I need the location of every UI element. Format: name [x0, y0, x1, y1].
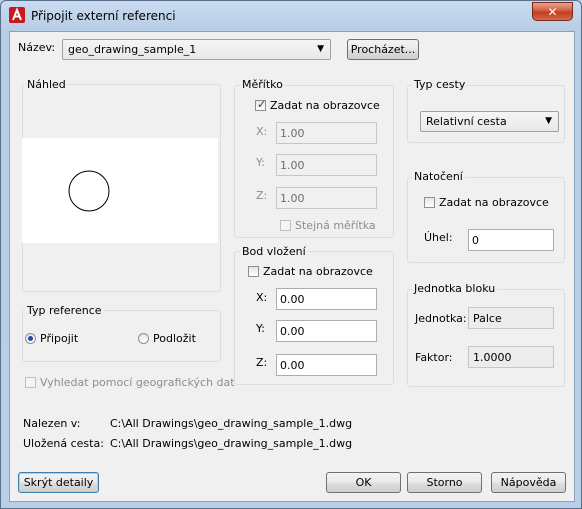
insertion-y-label: Y:: [256, 322, 265, 335]
scale-x-input[interactable]: 1.00: [276, 122, 377, 144]
attach-radio-label[interactable]: Připojit: [40, 332, 78, 345]
name-label: Název:: [18, 41, 56, 54]
title-bar[interactable]: Připojit externí referenci ✕: [1, 1, 581, 31]
scale-y-input[interactable]: 1.00: [276, 154, 377, 176]
preview-drawing: [68, 170, 110, 212]
preview-canvas: [22, 138, 218, 243]
unit-value-field: Palce: [468, 307, 554, 329]
insertion-z-label: Z:: [256, 356, 268, 369]
cancel-button[interactable]: Storno: [407, 472, 482, 493]
scale-z-value: 1.00: [280, 192, 305, 205]
insertion-specify-checkbox[interactable]: [248, 266, 259, 277]
reference-type-label: Typ reference: [25, 304, 104, 317]
dialog-client-area: Název: geo_drawing_sample_1 ▼ Procházet.…: [9, 31, 575, 502]
scale-z-label: Z:: [256, 189, 268, 202]
insertion-y-input[interactable]: 0.00: [276, 320, 377, 342]
rotation-specify-label: Zadat na obrazovce: [439, 196, 549, 209]
insertion-x-value: 0.00: [280, 293, 305, 306]
found-in-label: Nalezen v:: [23, 417, 81, 430]
overlay-radio-label[interactable]: Podložit: [153, 332, 196, 345]
uniform-scale-checkbox[interactable]: [280, 220, 291, 231]
angle-input[interactable]: 0: [468, 229, 554, 251]
scale-x-value: 1.00: [280, 127, 305, 140]
insertion-x-label: X:: [256, 291, 268, 304]
chevron-down-icon: ▼: [545, 116, 552, 126]
geo-locate-checkbox[interactable]: [25, 377, 36, 388]
saved-path-label: Uložená cesta:: [23, 437, 104, 450]
path-type-value: Relativní cesta: [426, 115, 507, 128]
saved-path-value: C:\All Drawings\geo_drawing_sample_1.dwg: [110, 437, 353, 450]
insertion-z-input[interactable]: 0.00: [276, 354, 377, 376]
angle-value: 0: [472, 234, 479, 247]
unit-value: Palce: [473, 312, 502, 325]
factor-value: 1.0000: [473, 351, 512, 364]
block-unit-group: [407, 289, 565, 387]
scale-x-label: X:: [256, 125, 268, 138]
attach-radio[interactable]: [25, 333, 36, 344]
geo-locate-label: Vyhledat pomocí geografických dat: [40, 376, 235, 389]
dialog-window: Připojit externí referenci ✕ Název: geo_…: [0, 0, 582, 509]
insertion-label: Bod vložení: [240, 245, 308, 258]
close-icon: ✕: [547, 5, 558, 19]
chevron-down-icon: ▼: [317, 44, 324, 54]
scale-specify-label: Zadat na obrazovce: [270, 99, 380, 112]
close-button[interactable]: ✕: [532, 2, 573, 21]
help-button[interactable]: Nápověda: [491, 472, 566, 493]
scale-label: Měřítko: [240, 78, 285, 91]
rotation-specify-checkbox[interactable]: [424, 197, 435, 208]
scale-y-label: Y:: [256, 156, 265, 169]
insertion-x-input[interactable]: 0.00: [276, 288, 377, 310]
uniform-scale-label: Stejná měřítka: [295, 219, 376, 232]
name-combo[interactable]: geo_drawing_sample_1 ▼: [62, 39, 331, 60]
ok-button[interactable]: OK: [326, 472, 401, 493]
angle-label: Úhel:: [424, 231, 453, 244]
block-unit-label: Jednotka bloku: [412, 282, 498, 295]
scale-specify-checkbox[interactable]: [255, 98, 266, 111]
insertion-z-value: 0.00: [280, 359, 305, 372]
factor-label: Faktor:: [415, 351, 453, 364]
insertion-specify-label: Zadat na obrazovce: [263, 265, 373, 278]
found-in-value: C:\All Drawings\geo_drawing_sample_1.dwg: [110, 417, 353, 430]
scale-y-value: 1.00: [280, 159, 305, 172]
factor-value-field: 1.0000: [468, 346, 554, 368]
scale-z-input[interactable]: 1.00: [276, 187, 377, 209]
autocad-app-icon: [9, 7, 25, 23]
unit-label: Jednotka:: [415, 312, 467, 325]
hide-details-button[interactable]: Skrýt detaily: [18, 472, 99, 493]
path-type-label: Typ cesty: [412, 78, 468, 91]
rotation-label: Natočení: [412, 170, 465, 183]
window-title: Připojit externí referenci: [31, 9, 176, 23]
overlay-radio[interactable]: [138, 333, 149, 344]
preview-label: Náhled: [25, 78, 68, 91]
insertion-y-value: 0.00: [280, 325, 305, 338]
browse-button[interactable]: Procházet...: [347, 39, 419, 60]
path-type-combo[interactable]: Relativní cesta ▼: [420, 111, 559, 132]
name-combo-value: geo_drawing_sample_1: [68, 43, 197, 56]
